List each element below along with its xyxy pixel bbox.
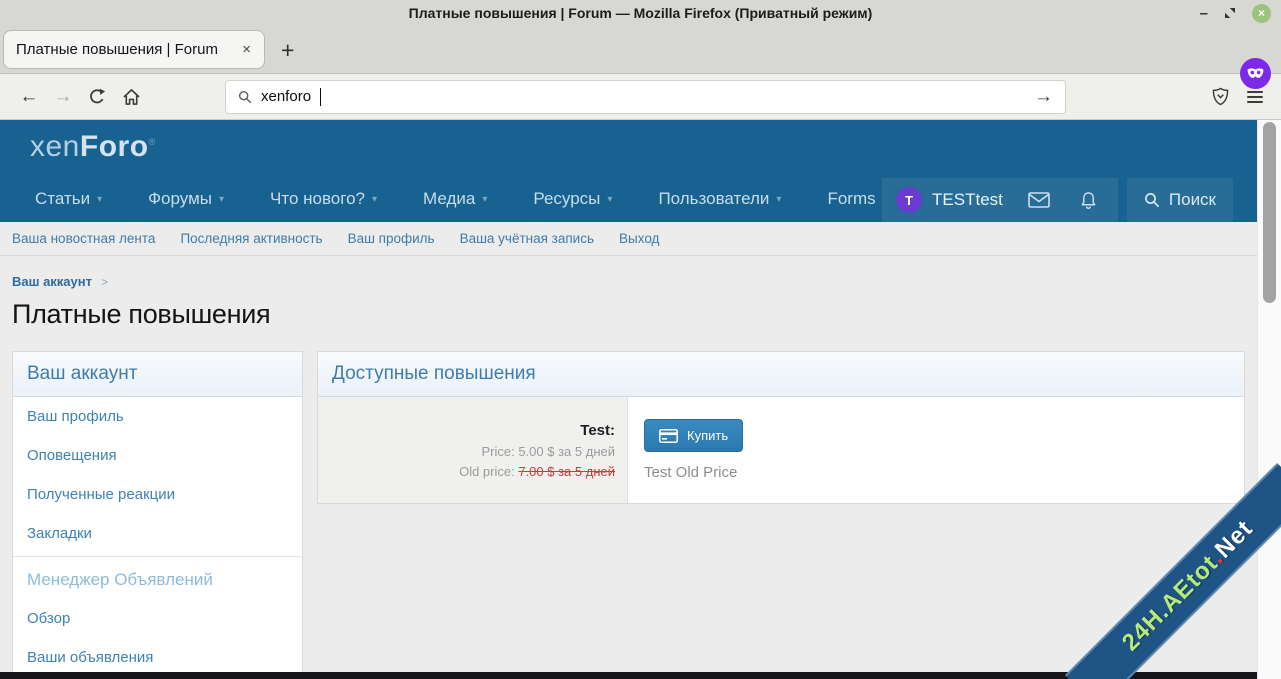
search-button[interactable]: Поиск (1127, 178, 1233, 222)
buy-button-label: Купить (687, 428, 728, 443)
footer-dark-bar (0, 672, 1257, 679)
subnav-news-feed[interactable]: Ваша новостная лента (12, 231, 155, 246)
browser-tab[interactable]: Платные повышения | Forum × (3, 30, 265, 69)
nav-item-forms[interactable]: Forms (827, 189, 875, 209)
search-icon (1144, 192, 1160, 208)
sidebar-item-bookmarks[interactable]: Закладки (13, 514, 302, 553)
forum-subnav: Ваша новостная лента Последняя активност… (0, 222, 1257, 256)
nav-item-media[interactable]: Медиа▾ (423, 189, 487, 209)
upgrade-cost-cell: Test: Price: 5.00 $ за 5 дней Old price:… (318, 397, 628, 503)
shield-icon[interactable] (1212, 87, 1229, 106)
tab-close-icon[interactable]: × (239, 41, 254, 58)
logo-mark: ® (149, 137, 156, 147)
nav-item-whats-new[interactable]: Что нового?▾ (270, 189, 377, 209)
upgrade-price: Price: 5.00 $ за 5 дней (481, 444, 615, 459)
menu-button[interactable] (1247, 91, 1263, 103)
tab-strip: Платные повышения | Forum × + (0, 26, 1281, 74)
credit-card-icon (659, 429, 678, 443)
alerts-button[interactable] (1065, 178, 1112, 222)
content-columns: Ваш аккаунт Ваш профиль Оповещения Получ… (12, 351, 1245, 679)
new-tab-button[interactable]: + (281, 39, 294, 62)
private-mask-icon (1246, 67, 1265, 80)
forward-button[interactable]: → (46, 81, 80, 113)
close-button[interactable]: × (1252, 4, 1271, 23)
scrollbar-track (1257, 120, 1281, 679)
sidebar-item-your-profile[interactable]: Ваш профиль (13, 397, 302, 436)
window-titlebar: Платные повышения | Forum — Mozilla Fire… (0, 0, 1281, 26)
upgrade-old-price: Old price: 7.00 $ за 5 дней (459, 464, 615, 479)
sidebar-item-alerts[interactable]: Оповещения (13, 436, 302, 475)
chevron-down-icon: ▾ (97, 194, 102, 205)
sidebar-item-overview[interactable]: Обзор (13, 599, 302, 638)
page-body: Ваш аккаунт > Платные повышения Ваш акка… (0, 256, 1257, 679)
scrollbar-thumb[interactable] (1263, 122, 1276, 303)
subnav-logout[interactable]: Выход (619, 231, 659, 246)
available-upgrades-panel: Доступные повышения Test: Price: 5.00 $ … (317, 351, 1245, 504)
toolbar-right (1212, 87, 1269, 106)
upgrade-row: Test: Price: 5.00 $ за 5 дней Old price:… (318, 397, 1244, 503)
chevron-down-icon: ▾ (776, 194, 781, 205)
buy-button[interactable]: Купить (644, 419, 743, 452)
nav-item-forums[interactable]: Форумы▾ (148, 189, 224, 209)
xenforo-logo[interactable]: xenForo® (30, 130, 156, 164)
account-sidebar: Ваш аккаунт Ваш профиль Оповещения Получ… (12, 351, 303, 679)
reload-icon (88, 88, 106, 106)
inbox-button[interactable] (1013, 178, 1065, 222)
bell-icon (1080, 191, 1097, 210)
username: TESTtest (932, 190, 1003, 210)
window-controls: – × (1200, 0, 1271, 26)
panel-title: Доступные повышения (318, 352, 1244, 397)
maximize-button[interactable] (1224, 7, 1236, 19)
envelope-icon (1028, 192, 1050, 208)
old-price-strikethrough: 7.00 $ за 5 дней (518, 464, 615, 479)
page-viewport: xenForo® Статьи▾ Форумы▾ Что нового?▾ Ме… (0, 120, 1281, 679)
minimize-button[interactable]: – (1200, 6, 1208, 21)
go-arrow-button[interactable]: → (1034, 86, 1053, 108)
chevron-down-icon: ▾ (372, 194, 377, 205)
breadcrumb-your-account[interactable]: Ваш аккаунт (12, 274, 92, 289)
sidebar-section-ads-manager: Менеджер Объявлений (13, 557, 302, 599)
home-icon (122, 88, 141, 106)
subnav-latest-activity[interactable]: Последняя активность (180, 231, 322, 246)
header-account-area: T TESTtest (882, 178, 1233, 222)
upgrade-name: Test: (580, 422, 615, 439)
browser-toolbar: ← → xenforo → (0, 74, 1281, 120)
search-label: Поиск (1169, 190, 1216, 210)
sidebar-title: Ваш аккаунт (13, 352, 302, 397)
tab-title: Платные повышения | Forum (16, 41, 231, 58)
forum-nav: Статьи▾ Форумы▾ Что нового?▾ Медиа▾ Ресу… (0, 176, 876, 222)
text-caret (320, 88, 321, 106)
private-browsing-badge (1240, 58, 1271, 89)
url-bar[interactable]: xenforo → (225, 80, 1066, 114)
subnav-your-profile[interactable]: Ваш профиль (348, 231, 435, 246)
home-button[interactable] (114, 81, 148, 113)
forum-header: xenForo® Статьи▾ Форумы▾ Что нового?▾ Ме… (0, 120, 1257, 222)
upgrade-purchase-cell: Купить Test Old Price (628, 397, 1244, 503)
chevron-down-icon: ▾ (219, 194, 224, 205)
reload-button[interactable] (80, 81, 114, 113)
user-menu[interactable]: T TESTtest (882, 178, 1118, 222)
back-button[interactable]: ← (12, 81, 46, 113)
nav-item-members[interactable]: Пользователи▾ (658, 189, 781, 209)
avatar[interactable]: T (896, 187, 922, 213)
window-title: Платные повышения | Forum — Mozilla Fire… (409, 5, 873, 21)
url-input-value[interactable]: xenforo (261, 88, 311, 105)
subnav-your-account[interactable]: Ваша учётная запись (460, 231, 594, 246)
sidebar-item-reactions-received[interactable]: Полученные реакции (13, 475, 302, 514)
chevron-down-icon: ▾ (607, 194, 612, 205)
search-icon (238, 90, 252, 104)
breadcrumb: Ваш аккаунт > (12, 274, 1245, 289)
upgrade-description: Test Old Price (644, 464, 1228, 481)
breadcrumb-chevron-icon: > (101, 275, 108, 289)
maximize-icon (1224, 7, 1236, 19)
page-title: Платные повышения (12, 299, 1245, 330)
nav-item-resources[interactable]: Ресурсы▾ (533, 189, 612, 209)
chevron-down-icon: ▾ (482, 194, 487, 205)
nav-item-articles[interactable]: Статьи▾ (35, 189, 102, 209)
